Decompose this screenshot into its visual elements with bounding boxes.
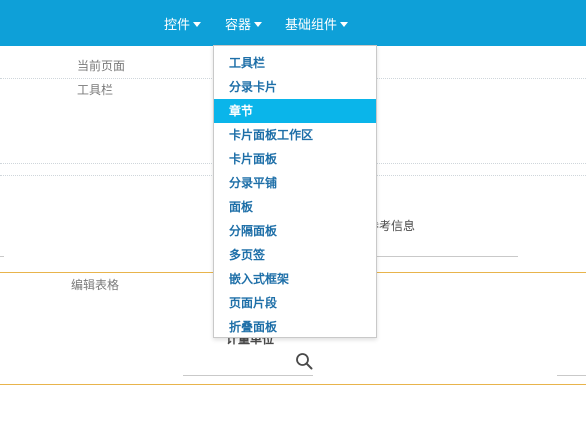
- nav-item-controls[interactable]: 控件: [164, 0, 202, 46]
- menu-item-card-panel-workspace[interactable]: 卡片面板工作区: [214, 123, 376, 147]
- reference-info-field[interactable]: [367, 256, 518, 257]
- current-page-label: 当前页面: [77, 59, 126, 73]
- chevron-down-icon: [193, 21, 202, 27]
- toolbar-label: 工具栏: [77, 83, 114, 97]
- menu-item-entry-tile[interactable]: 分录平铺: [214, 171, 376, 195]
- nav-item-label: 容器: [225, 17, 252, 33]
- search-field[interactable]: [183, 375, 313, 376]
- nav-item-label: 基础组件: [285, 17, 338, 33]
- menu-item-collapse-panel[interactable]: 折叠面板: [214, 315, 376, 339]
- nav-item-label: 控件: [164, 17, 191, 33]
- chevron-down-icon: [340, 21, 349, 27]
- nav-item-containers[interactable]: 容器: [225, 0, 263, 46]
- menu-item-panel[interactable]: 面板: [214, 195, 376, 219]
- menu-item-multi-tab[interactable]: 多页签: [214, 243, 376, 267]
- containers-dropdown-menu: 工具栏 分录卡片 章节 卡片面板工作区 卡片面板 分录平铺 面板 分隔面板 多页…: [213, 45, 377, 338]
- menu-item-embedded-frame[interactable]: 嵌入式框架: [214, 267, 376, 291]
- menu-item-entry-card[interactable]: 分录卡片: [214, 75, 376, 99]
- field-underline: [557, 375, 586, 376]
- search-icon[interactable]: [295, 352, 313, 370]
- menu-item-toolbar[interactable]: 工具栏: [214, 51, 376, 75]
- chevron-down-icon: [254, 21, 263, 27]
- menu-item-page-fragment[interactable]: 页面片段: [214, 291, 376, 315]
- menu-item-card-panel[interactable]: 卡片面板: [214, 147, 376, 171]
- field-underline: [0, 256, 4, 257]
- nav-item-basic-components[interactable]: 基础组件: [285, 0, 349, 46]
- section-divider-orange: [0, 384, 586, 385]
- menu-item-section[interactable]: 章节: [214, 99, 376, 123]
- menu-item-split-panel[interactable]: 分隔面板: [214, 219, 376, 243]
- edit-table-label: 编辑表格: [71, 278, 120, 292]
